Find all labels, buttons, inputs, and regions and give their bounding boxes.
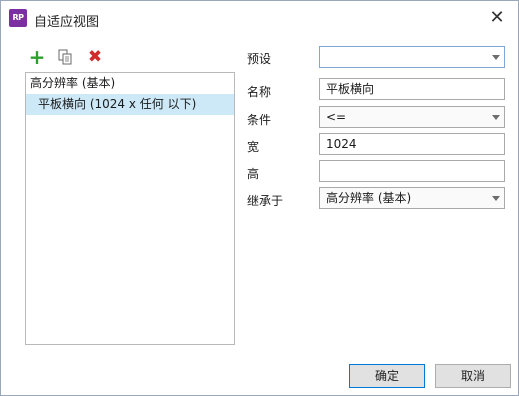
delete-view-button[interactable]: ✖: [85, 47, 105, 67]
cancel-button[interactable]: 取消: [435, 364, 511, 388]
height-label: 高: [247, 167, 260, 181]
chevron-down-icon: [492, 196, 500, 201]
chevron-down-icon: [492, 55, 500, 60]
width-field[interactable]: 1024: [319, 133, 505, 155]
close-button[interactable]: ✕: [482, 5, 512, 31]
condition-value: <=: [326, 110, 347, 124]
title-bar: RP 自适应视图 ✕: [1, 1, 518, 37]
ok-button[interactable]: 确定: [349, 364, 425, 388]
condition-label: 条件: [247, 113, 272, 127]
preset-select[interactable]: [319, 46, 505, 68]
name-label: 名称: [247, 85, 272, 99]
name-field[interactable]: 平板横向: [319, 78, 505, 100]
delete-icon: ✖: [87, 47, 103, 67]
dialog-title: 自适应视图: [34, 15, 100, 30]
add-view-button[interactable]: +: [27, 47, 47, 67]
inherit-label: 继承于: [247, 194, 284, 208]
duplicate-view-button[interactable]: [55, 47, 75, 67]
plus-icon: +: [28, 45, 46, 69]
inherit-select[interactable]: 高分辨率 (基本): [319, 187, 505, 209]
adaptive-views-dialog: RP 自适应视图 ✕ + ✖ 高分辨率 (基本) 平板横向 (1024 x 任何…: [0, 0, 519, 396]
width-label: 宽: [247, 140, 260, 154]
copy-icon: [58, 49, 72, 65]
chevron-down-icon: [492, 115, 500, 120]
views-list: 高分辨率 (基本) 平板横向 (1024 x 任何 以下): [25, 72, 235, 345]
list-item-tablet-landscape[interactable]: 平板横向 (1024 x 任何 以下): [26, 94, 234, 115]
list-item-base-view[interactable]: 高分辨率 (基本): [26, 73, 234, 94]
inherit-value: 高分辨率 (基本): [326, 191, 412, 205]
preset-label: 预设: [247, 52, 272, 66]
height-field[interactable]: [319, 160, 505, 182]
condition-select[interactable]: <=: [319, 106, 505, 128]
app-logo-icon: RP: [9, 9, 27, 27]
